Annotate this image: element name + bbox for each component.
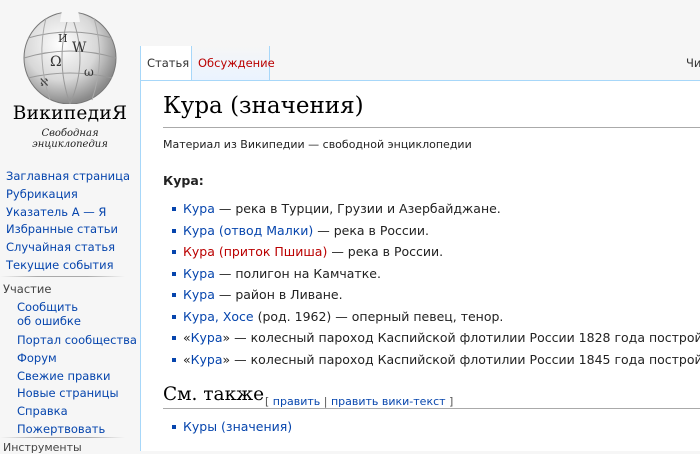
- puzzle-globe-icon: Ω W И ω ℵ: [23, 10, 117, 104]
- list-item-text: » — колесный пароход Каспийской флотилии…: [222, 351, 700, 367]
- nav-index[interactable]: Указатель А — Я: [6, 204, 130, 222]
- list-item-link[interactable]: Кура: [183, 287, 215, 302]
- list-item-text: — река в России.: [327, 244, 444, 259]
- list-item-text: — район в Ливане.: [214, 287, 343, 302]
- see-also-divider: [163, 408, 700, 409]
- nav-report-error-line2: об ошибке: [17, 313, 81, 328]
- list-item-link[interactable]: Кура (отвод Малки): [183, 223, 313, 238]
- svg-text:W: W: [72, 40, 87, 56]
- participation-heading[interactable]: Участие: [3, 282, 51, 296]
- see-also-link[interactable]: Куры (значения): [183, 419, 292, 434]
- nav-main-page[interactable]: Заглавная страница: [6, 168, 130, 186]
- list-item: Куры (значения): [171, 416, 292, 437]
- tab-article[interactable]: Статья: [140, 46, 192, 80]
- svg-text:И: И: [58, 32, 68, 45]
- main-navigation: Заглавная страница Рубрикация Указатель …: [6, 168, 130, 275]
- edit-bracket-close: ]: [445, 395, 454, 408]
- list-item-text: — река в Турции, Грузии и Азербайджане.: [214, 201, 501, 216]
- nav-recent-changes[interactable]: Свежие правки: [17, 368, 137, 386]
- list-item-quote: «: [183, 330, 191, 345]
- list-item-text: » — колесный пароход Каспийской флотилии…: [222, 330, 700, 345]
- list-item-redlink[interactable]: Кура (приток Пшиша): [183, 244, 327, 259]
- list-item-link[interactable]: Кура: [191, 330, 223, 345]
- list-item-quote: «: [183, 351, 191, 367]
- list-item-link[interactable]: Кура: [183, 201, 215, 216]
- tab-read[interactable]: Чи: [686, 46, 700, 80]
- page-title: Кура (значения): [163, 93, 364, 119]
- list-item: Кура, Хосе (род. 1962) — оперный певец, …: [171, 306, 700, 328]
- edit-separator: |: [320, 395, 331, 408]
- list-item-text: — полигон на Камчатке.: [214, 265, 381, 281]
- portal-divider: [0, 276, 125, 277]
- list-item-link[interactable]: Кура: [183, 266, 215, 281]
- list-item: «Кура» — колесный пароход Каспийской фло…: [171, 349, 700, 371]
- list-item: Кура (приток Пшиша) — река в России.: [171, 241, 700, 263]
- wordmark: ВикипедиЯ: [12, 103, 128, 124]
- list-item-text: — река в России.: [313, 222, 430, 238]
- tools-heading[interactable]: Инструменты: [3, 441, 82, 454]
- list-item: Кура (отвод Малки) — река в России.: [171, 220, 700, 242]
- nav-forum[interactable]: Форум: [17, 350, 137, 368]
- nav-random[interactable]: Случайная статья: [6, 239, 130, 257]
- list-item: «Кура» — колесный пароход Каспийской фло…: [171, 327, 700, 349]
- logo-tagline: Свободная энциклопедия: [32, 128, 108, 150]
- nav-help[interactable]: Справка: [17, 403, 137, 421]
- intro-text: Кура:: [163, 173, 204, 188]
- nav-new-pages[interactable]: Новые страницы: [17, 385, 137, 403]
- list-item-link[interactable]: Кура, Хосе: [183, 309, 254, 324]
- nav-report-error-line1: Сообщить: [17, 300, 78, 314]
- nav-current-events[interactable]: Текущие события: [6, 257, 130, 275]
- see-also-heading: См. также: [163, 384, 265, 405]
- see-also-list: Куры (значения): [171, 416, 292, 437]
- list-item-text: (род. 1962) — оперный певец, тенор.: [253, 308, 504, 324]
- svg-text:ℵ: ℵ: [40, 76, 48, 89]
- svg-text:ω: ω: [84, 65, 94, 79]
- tab-talk[interactable]: Обсуждение: [192, 46, 275, 80]
- nav-report-error[interactable]: Сообщить об ошибке: [17, 299, 137, 332]
- nav-community-portal[interactable]: Портал сообщества: [17, 332, 137, 350]
- title-divider: [163, 127, 700, 128]
- sidebar: Ω W И ω ℵ ВикипедиЯ Свободная энциклопед…: [0, 0, 140, 454]
- nav-featured[interactable]: Избранные статьи: [6, 221, 130, 239]
- participation-menu: Сообщить об ошибке Портал сообщества Фор…: [17, 299, 137, 439]
- edit-link[interactable]: править: [273, 395, 320, 408]
- site-subtitle: Материал из Википедии — свободной энцикл…: [163, 138, 472, 151]
- list-item-link[interactable]: Кура: [191, 352, 223, 367]
- nav-categories[interactable]: Рубрикация: [6, 186, 130, 204]
- wikipedia-logo[interactable]: Ω W И ω ℵ ВикипедиЯ Свободная энциклопед…: [0, 0, 140, 150]
- tools-divider: [0, 437, 125, 438]
- list-item: Кура — полигон на Камчатке.: [171, 263, 700, 285]
- article-content: Кура (значения) Материал из Википедии — …: [140, 80, 700, 451]
- edit-source-link[interactable]: править вики-текст: [331, 395, 446, 408]
- edit-bracket-open: [: [265, 395, 273, 408]
- list-item: Кура — район в Ливане.: [171, 284, 700, 306]
- section-edit-links: [ править | править вики-текст ]: [265, 395, 453, 408]
- meanings-list: Кура — река в Турции, Грузии и Азербайдж…: [171, 198, 700, 370]
- list-item: Кура — река в Турции, Грузии и Азербайдж…: [171, 198, 700, 220]
- svg-text:Ω: Ω: [50, 54, 62, 70]
